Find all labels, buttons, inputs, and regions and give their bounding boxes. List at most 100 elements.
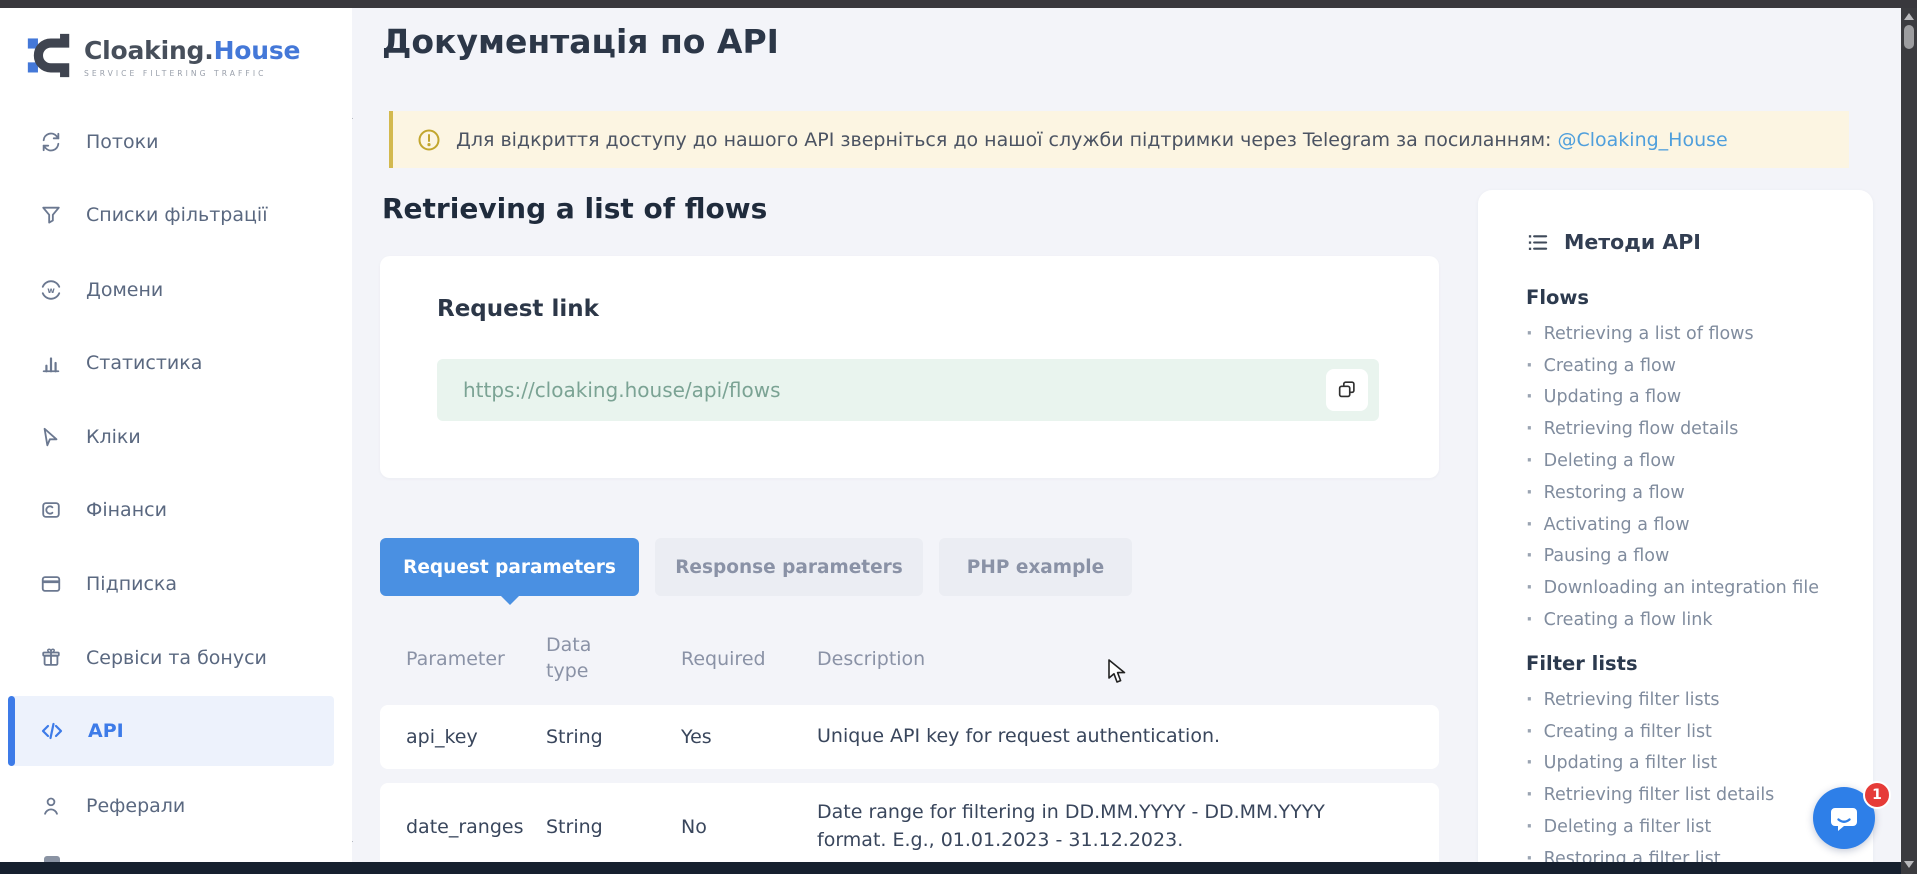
method-link[interactable]: Retrieving filter lists [1526, 684, 1845, 716]
request-url: https://cloaking.house/api/flows [463, 378, 781, 402]
request-link-card: Request link https://cloaking.house/api/… [380, 256, 1439, 478]
sidebar-item-label: Кліки [86, 426, 141, 448]
logo-icon [26, 30, 72, 84]
method-link[interactable]: Creating a filter list [1526, 716, 1845, 748]
tab-response-parameters[interactable]: Response parameters [655, 538, 923, 596]
parameter-tabs: Request parameters Response parameters P… [380, 538, 1132, 596]
method-link[interactable]: Updating a filter list [1526, 748, 1845, 780]
logo-text: Cloaking.House SERVICE FILTERING TRAFFIC [84, 36, 300, 78]
sidebar-item-subscription[interactable]: Підписка [0, 561, 352, 607]
scrollbar-up-arrow[interactable] [1904, 13, 1914, 20]
brand-name: Cloaking. [84, 36, 214, 65]
sidebar-item-domains[interactable]: w Домени [0, 267, 352, 313]
brand-name-accent: House [214, 36, 301, 65]
sidebar-item-label: Статистика [86, 352, 202, 374]
column-header-parameter: Parameter [380, 648, 546, 670]
method-link[interactable]: Deleting a flow [1526, 445, 1845, 477]
request-url-box: https://cloaking.house/api/flows [437, 359, 1379, 421]
sidebar-item-referrals[interactable]: Реферали [0, 783, 352, 829]
flows-method-list: Retrieving a list of flows Creating a fl… [1526, 318, 1845, 636]
methods-group-filter-lists: Filter lists [1526, 652, 1845, 675]
column-header-data-type: Data type [546, 633, 681, 684]
sidebar-item-clicks[interactable]: Кліки [0, 414, 352, 460]
method-link[interactable]: Deleting a filter list [1526, 811, 1845, 843]
cell-data-type: String [546, 726, 681, 748]
finance-icon [40, 499, 62, 521]
method-link[interactable]: Pausing a flow [1526, 541, 1845, 573]
sidebar-item-services[interactable]: Сервіси та бонуси [0, 635, 352, 681]
alert-text: Для відкриття доступу до нашого API звер… [456, 129, 1551, 151]
method-link[interactable]: Activating a flow [1526, 509, 1845, 541]
method-link[interactable]: Restoring a flow [1526, 477, 1845, 509]
stats-icon [40, 352, 62, 374]
filter-icon [40, 204, 62, 226]
window-bottom-edge [0, 862, 1901, 874]
copy-url-button[interactable] [1326, 369, 1368, 411]
methods-header: Методи API [1526, 230, 1845, 254]
app-screen: Cloaking.House SERVICE FILTERING TRAFFIC… [0, 0, 1917, 874]
subscription-card-icon [40, 573, 62, 595]
methods-group-flows: Flows [1526, 286, 1845, 309]
browser-scrollbar[interactable] [1901, 8, 1917, 874]
copy-icon [1336, 379, 1358, 401]
sidebar-item-filter-lists[interactable]: Списки фільтрації [0, 192, 352, 238]
column-header-required: Required [681, 648, 817, 670]
sidebar-item-label: Домени [86, 279, 163, 301]
page-title: Документація по API [382, 22, 779, 61]
sync-icon [40, 131, 62, 153]
sidebar-item-flows[interactable]: Потоки [0, 119, 352, 165]
cell-required: No [681, 816, 817, 838]
sidebar-item-label: Списки фільтрації [86, 204, 267, 226]
sidebar-item-label: Потоки [86, 131, 158, 153]
method-link[interactable]: Retrieving a list of flows [1526, 318, 1845, 350]
scrollbar-thumb[interactable] [1904, 25, 1914, 49]
sidebar-item-statistics[interactable]: Статистика [0, 340, 352, 386]
sidebar-item-label: API [88, 720, 124, 742]
cell-parameter: api_key [380, 726, 546, 748]
table-row: api_key String Yes Unique API key for re… [380, 705, 1439, 769]
list-icon [1526, 231, 1549, 254]
chat-notification-badge: 1 [1863, 781, 1891, 809]
brand-tagline: SERVICE FILTERING TRAFFIC [84, 69, 300, 78]
methods-panel-title: Методи API [1564, 230, 1701, 254]
domains-icon: w [40, 279, 62, 301]
method-link[interactable]: Downloading an integration file [1526, 572, 1845, 604]
section-heading: Retrieving a list of flows [382, 192, 767, 225]
active-indicator-bar [8, 696, 15, 766]
sidebar-item-api[interactable]: API [8, 696, 334, 766]
cell-description: Date range for filtering in DD.MM.YYYY -… [817, 799, 1439, 854]
sidebar-item-label: Фінанси [86, 499, 167, 521]
cell-data-type: String [546, 816, 681, 838]
window-top-edge [0, 0, 1917, 8]
sidebar-item-label: Реферали [86, 795, 185, 817]
cursor-click-icon [40, 426, 62, 448]
cell-required: Yes [681, 726, 817, 748]
sidebar-item-finance[interactable]: Фінанси [0, 487, 352, 533]
gift-icon [40, 647, 62, 669]
table-header-row: Parameter Data type Required Description [380, 628, 1439, 690]
scrollbar-down-arrow[interactable] [1904, 861, 1914, 868]
person-icon [40, 795, 62, 817]
cell-description: Unique API key for request authenticatio… [817, 723, 1439, 751]
tab-request-parameters[interactable]: Request parameters [380, 538, 639, 596]
method-link[interactable]: Creating a flow [1526, 350, 1845, 382]
sidebar: Cloaking.House SERVICE FILTERING TRAFFIC… [0, 8, 352, 862]
filter-lists-method-list: Retrieving filter lists Creating a filte… [1526, 684, 1845, 874]
warning-icon [417, 128, 441, 152]
tab-php-example[interactable]: PHP example [939, 538, 1132, 596]
chat-bubble-icon [1827, 801, 1861, 835]
sidebar-item-label: Сервіси та бонуси [86, 647, 267, 669]
method-link[interactable]: Retrieving filter list details [1526, 779, 1845, 811]
request-link-title: Request link [437, 296, 599, 322]
api-access-alert: Для відкриття доступу до нашого API звер… [389, 111, 1849, 168]
mouse-cursor [1107, 659, 1131, 685]
method-link[interactable]: Creating a flow link [1526, 604, 1845, 636]
logo[interactable]: Cloaking.House SERVICE FILTERING TRAFFIC [26, 30, 300, 84]
table-row: date_ranges String No Date range for fil… [380, 783, 1439, 871]
method-link[interactable]: Updating a flow [1526, 382, 1845, 414]
sidebar-item-label: Підписка [86, 573, 177, 595]
api-methods-panel: Методи API Flows Retrieving a list of fl… [1478, 190, 1873, 874]
method-link[interactable]: Retrieving flow details [1526, 413, 1845, 445]
cell-parameter: date_ranges [380, 816, 546, 838]
telegram-link[interactable]: @Cloaking_House [1557, 129, 1727, 151]
